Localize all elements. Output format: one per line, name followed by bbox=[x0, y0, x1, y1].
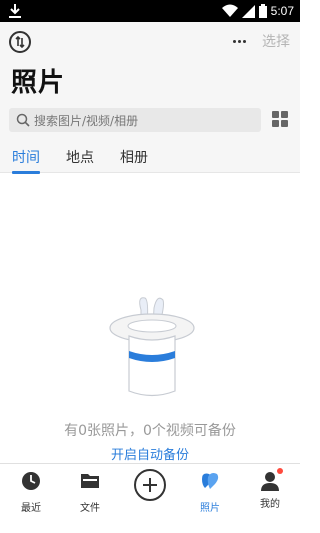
clock-icon bbox=[22, 472, 40, 490]
nav-label-recent: 最近 bbox=[21, 503, 41, 514]
search-input[interactable]: 搜索图片/视频/相册 bbox=[9, 108, 261, 132]
tab-location[interactable]: 地点 bbox=[66, 147, 94, 167]
tab-time[interactable]: 时间 bbox=[12, 147, 40, 167]
active-tab-indicator bbox=[12, 171, 40, 174]
nav-label-files: 文件 bbox=[80, 503, 100, 514]
add-button[interactable] bbox=[134, 469, 166, 501]
enable-auto-backup-link[interactable]: 开启自动备份 bbox=[0, 444, 300, 463]
empty-state-message: 有0张照片，0个视频可备份 bbox=[64, 423, 236, 439]
grid-view-button[interactable] bbox=[272, 111, 288, 127]
page-title: 照片 bbox=[11, 68, 66, 98]
search-icon bbox=[16, 113, 30, 127]
nav-item-me[interactable]: 我的 bbox=[240, 468, 300, 510]
status-time: 5:07 bbox=[270, 4, 294, 18]
nav-label-me: 我的 bbox=[260, 499, 280, 510]
sort-button[interactable] bbox=[9, 31, 31, 53]
more-dots-icon bbox=[232, 39, 236, 43]
bottom-nav: 最近 文件 照片 我的 bbox=[0, 463, 300, 533]
header: 选择 照片 搜索图片/视频/相册 时间 地点 相册 bbox=[0, 22, 300, 174]
nav-label-photos: 照片 bbox=[200, 503, 220, 514]
tab-albums[interactable]: 相册 bbox=[120, 147, 148, 167]
sort-arrows-icon bbox=[15, 35, 25, 49]
tab-bar: 时间 地点 相册 bbox=[0, 143, 300, 174]
wifi-icon bbox=[221, 4, 238, 17]
download-icon bbox=[9, 4, 21, 18]
nav-item-photos[interactable]: 照片 bbox=[180, 470, 240, 514]
status-bar: 5:07 bbox=[0, 0, 300, 22]
signal-icon bbox=[241, 4, 255, 18]
nav-item-files[interactable]: 文件 bbox=[60, 470, 120, 514]
grid-icon bbox=[272, 111, 279, 118]
battery-icon bbox=[258, 4, 267, 18]
search-placeholder: 搜索图片/视频/相册 bbox=[34, 113, 139, 128]
more-options-button[interactable] bbox=[228, 30, 250, 52]
folder-icon bbox=[81, 474, 99, 488]
select-button[interactable]: 选择 bbox=[262, 31, 290, 51]
photos-icon bbox=[202, 473, 219, 489]
notification-badge bbox=[277, 468, 283, 474]
empty-hat-icon bbox=[109, 297, 195, 397]
nav-item-recent[interactable]: 最近 bbox=[1, 470, 61, 514]
